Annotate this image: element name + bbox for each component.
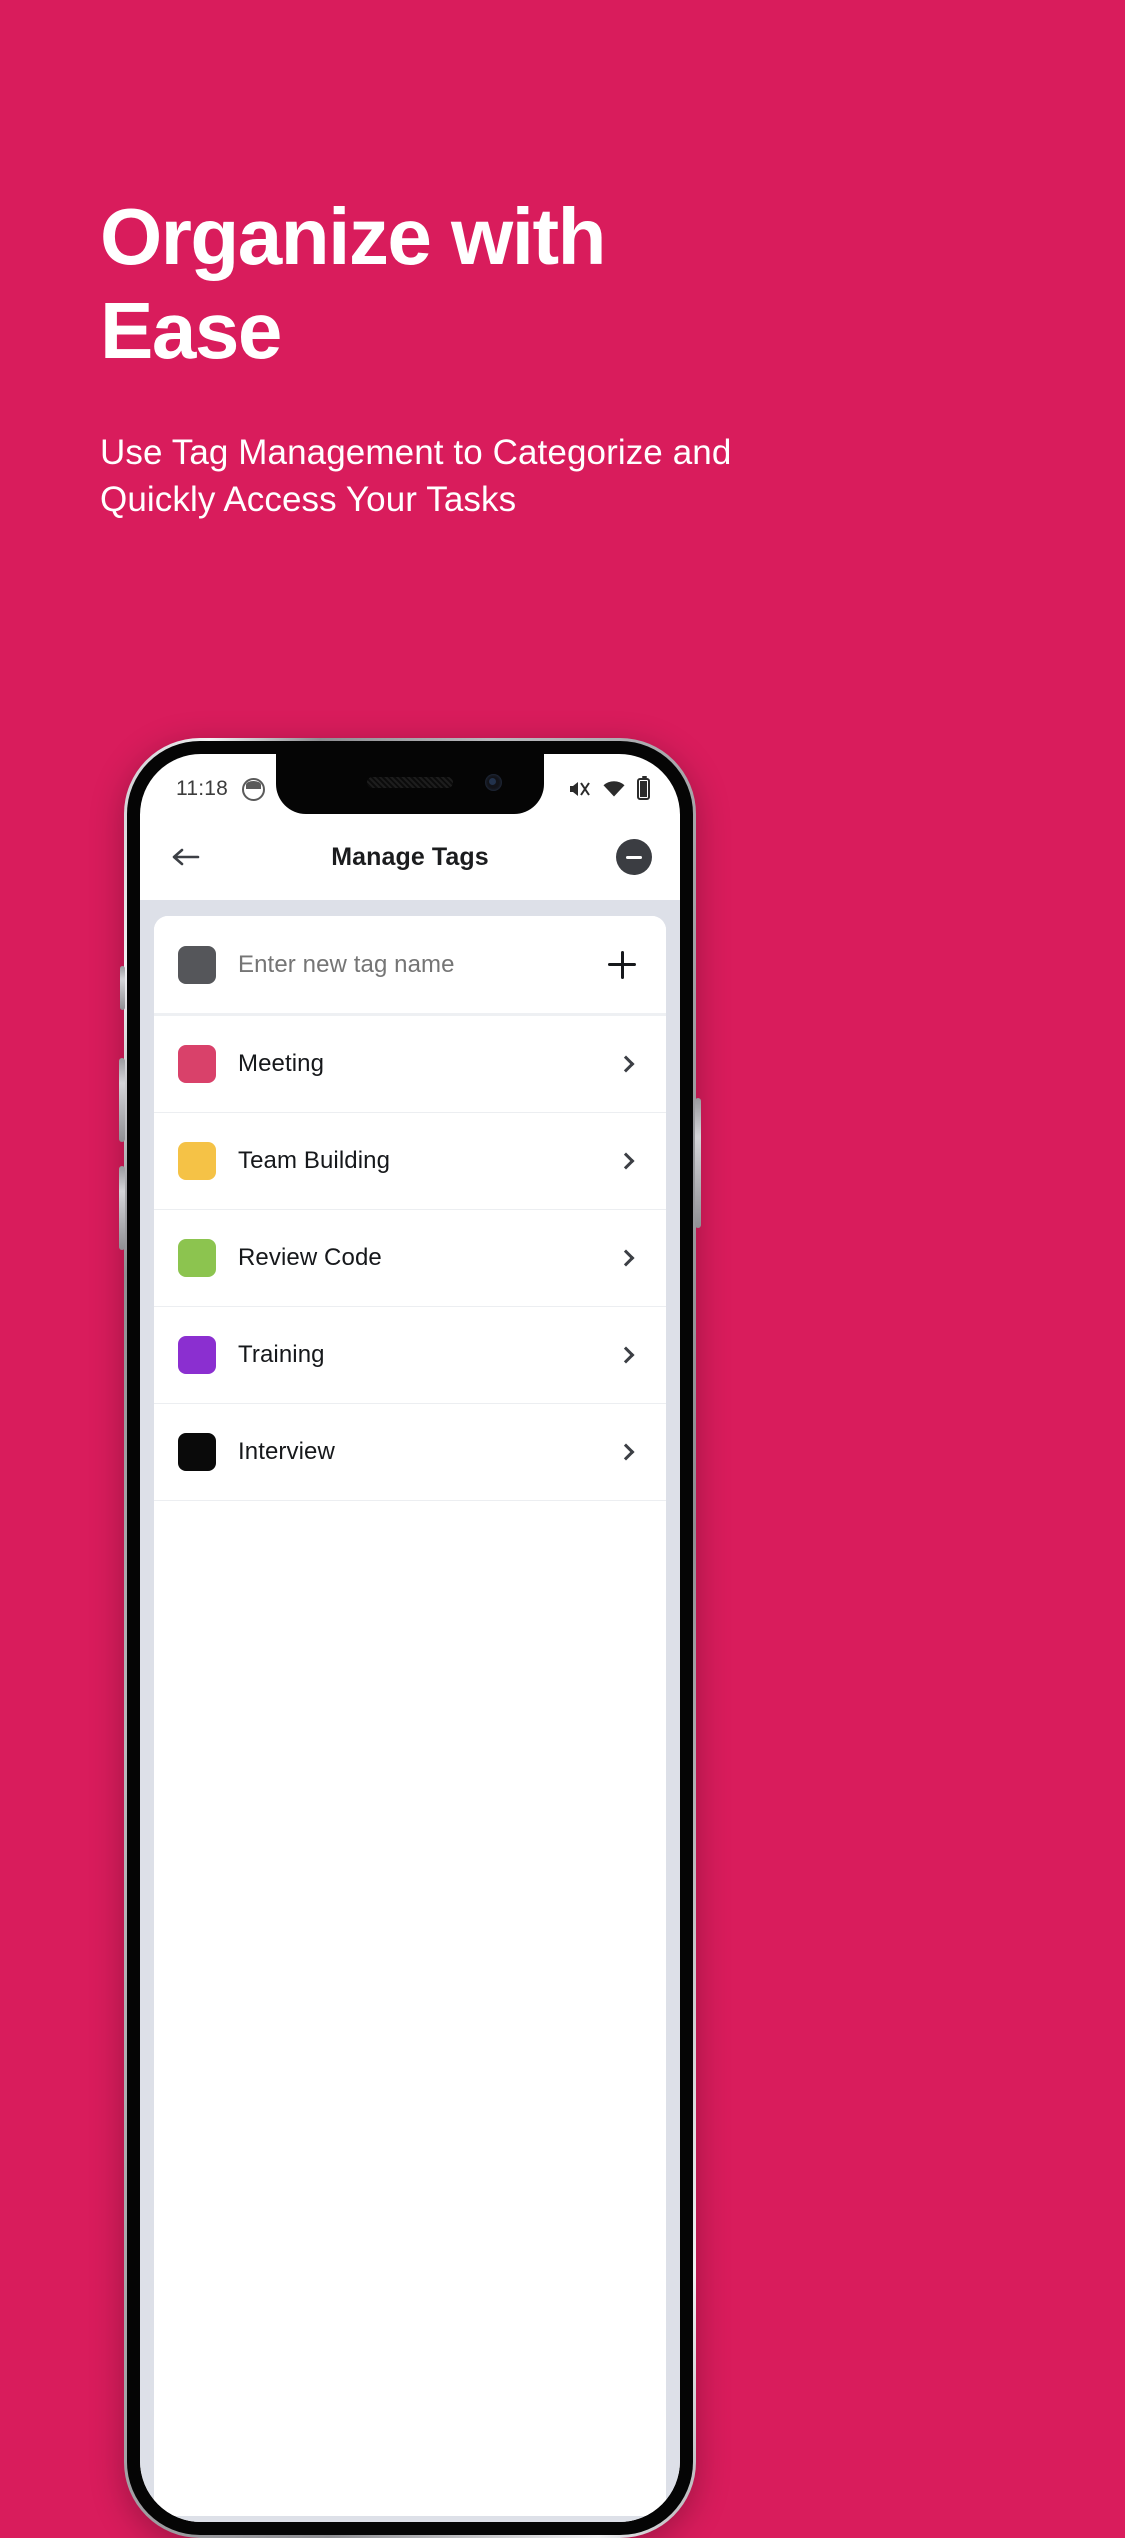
status-time: 11:18 xyxy=(176,777,228,800)
screen-title: Manage Tags xyxy=(331,842,489,871)
mute-icon xyxy=(567,779,591,799)
hero-section: Organize with Ease Use Tag Management to… xyxy=(100,190,1000,524)
wifi-icon xyxy=(602,780,626,798)
table-row[interactable]: Review Code xyxy=(154,1210,666,1307)
phone-frame: 11:18 Manage Tags Enter new tag name Mee… xyxy=(119,738,701,2538)
new-tag-row[interactable] xyxy=(154,916,666,1016)
tag-name: Interview xyxy=(238,1438,335,1465)
volume-up-button[interactable] xyxy=(119,1058,125,1142)
table-row[interactable]: Training xyxy=(154,1307,666,1404)
silent-switch-button[interactable] xyxy=(120,966,125,1010)
cat-avatar-icon xyxy=(242,777,265,801)
tag-card: Meeting Team Building Review Code xyxy=(154,916,666,2516)
tag-color-swatch xyxy=(178,1142,216,1180)
status-bar-left: 11:18 xyxy=(176,777,265,801)
tag-color-swatch xyxy=(178,1336,216,1374)
new-tag-color-swatch[interactable] xyxy=(178,945,216,984)
status-bar: 11:18 xyxy=(140,754,680,814)
phone-screen: 11:18 Manage Tags Enter new tag name Mee… xyxy=(140,754,680,2522)
phone-mockup: 11:18 Manage Tags Enter new tag name Mee… xyxy=(119,738,1004,2538)
chevron-right-icon[interactable] xyxy=(614,1147,642,1175)
chevron-right-icon[interactable] xyxy=(614,1341,642,1369)
tag-color-swatch xyxy=(178,1433,216,1471)
back-arrow-icon[interactable] xyxy=(166,837,206,877)
tag-name: Meeting xyxy=(238,1050,325,1077)
page-subtitle: Use Tag Management to Categorize and Qui… xyxy=(100,433,732,520)
status-bar-right xyxy=(567,776,650,800)
chevron-right-icon[interactable] xyxy=(614,1244,642,1272)
tag-color-swatch xyxy=(178,1239,216,1277)
power-button[interactable] xyxy=(695,1098,701,1228)
chevron-right-icon[interactable] xyxy=(614,1438,642,1466)
tag-color-swatch xyxy=(178,1045,216,1083)
table-row[interactable]: Team Building xyxy=(154,1113,666,1210)
volume-down-button[interactable] xyxy=(119,1166,125,1250)
tag-list-content: Meeting Team Building Review Code xyxy=(140,900,680,2522)
tag-name: Training xyxy=(238,1341,325,1368)
table-row[interactable]: Interview xyxy=(154,1404,666,1501)
battery-icon xyxy=(637,776,650,800)
phone-body: 11:18 Manage Tags Enter new tag name Mee… xyxy=(127,741,693,2535)
plus-icon[interactable] xyxy=(602,945,642,985)
tag-name: Team Building xyxy=(238,1147,391,1174)
minus-circle-icon[interactable] xyxy=(616,839,652,875)
table-row[interactable]: Meeting xyxy=(154,1016,666,1113)
new-tag-input[interactable] xyxy=(238,950,602,979)
tag-name: Review Code xyxy=(238,1244,382,1271)
app-header: Manage Tags xyxy=(140,814,680,900)
chevron-right-icon[interactable] xyxy=(614,1050,642,1078)
page-title: Organize with Ease xyxy=(100,192,607,375)
